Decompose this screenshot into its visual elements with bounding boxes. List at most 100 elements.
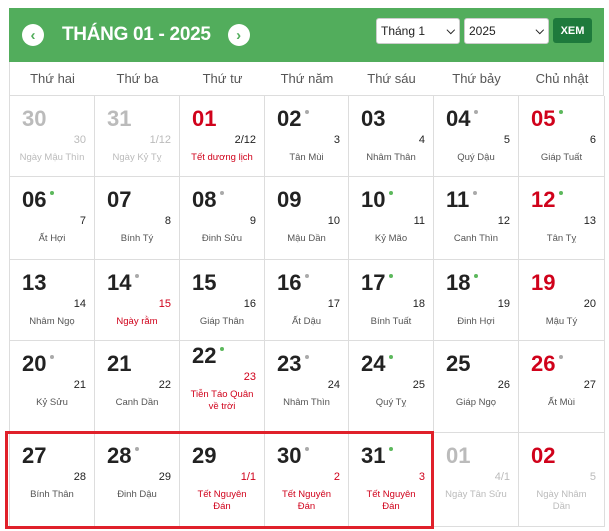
- day-cell[interactable]: 16 17 Ất Dậu: [265, 260, 349, 341]
- green-dot-icon: [559, 191, 564, 195]
- solar-day: 27: [22, 443, 47, 468]
- day-name: Nhâm Thìn: [283, 397, 330, 408]
- green-dot-icon: [220, 347, 225, 351]
- lunar-day: 16: [243, 298, 256, 310]
- gray-dot-icon: [220, 191, 225, 195]
- lunar-day: 9: [249, 215, 256, 227]
- day-cell[interactable]: 01 4/1 Ngày Tân Sửu: [434, 433, 519, 527]
- day-cell[interactable]: 29 1/1 Tết Nguyên Đán: [180, 433, 265, 527]
- day-name: Tân Mùi: [289, 152, 324, 163]
- solar-day: 01: [192, 106, 217, 131]
- day-name: Giáp Ngọ: [455, 397, 497, 408]
- lunar-day: 13: [583, 215, 596, 227]
- month-select[interactable]: Tháng 1 ⌵: [376, 18, 460, 44]
- day-cell[interactable]: 30 30 Ngày Mậu Thìn: [10, 96, 95, 177]
- day-cell[interactable]: 28 29 Đinh Dậu: [95, 433, 180, 527]
- lunar-day: 4: [418, 134, 425, 146]
- next-month-button[interactable]: ›: [227, 24, 250, 46]
- day-cell[interactable]: 30 2 Tết Nguyên Đán: [265, 433, 349, 527]
- view-button[interactable]: XEM: [553, 18, 592, 43]
- weekday-label: Thứ hai: [30, 71, 75, 86]
- day-cell[interactable]: 25 26 Giáp Ngọ: [434, 341, 519, 433]
- day-name: Tết Nguyên Đán: [197, 489, 247, 512]
- solar-day: 28: [107, 443, 132, 468]
- solar-day: 15: [192, 270, 217, 295]
- green-dot-icon: [50, 191, 55, 195]
- day-cell[interactable]: 04 5 Quý Dậu: [434, 96, 519, 177]
- day-cell[interactable]: 14 15 Ngày rằm: [95, 260, 180, 341]
- lunar-day: 7: [79, 215, 86, 227]
- day-cell[interactable]: 20 21 Kỷ Sửu: [10, 341, 95, 433]
- day-name: Tết Nguyên Đán: [281, 489, 332, 512]
- lunar-day: 10: [327, 215, 340, 227]
- lunar-day: 1/1: [240, 471, 256, 483]
- day-name: Tết dương lịch: [191, 152, 253, 163]
- weekday-label: Chủ nhật: [535, 71, 589, 86]
- year-select[interactable]: 2025 ⌵: [464, 18, 549, 44]
- day-cell[interactable]: 06 7 Ất Hợi: [10, 177, 95, 260]
- lunar-day: 25: [412, 379, 425, 391]
- day-cell[interactable]: 12 13 Tân Tỵ: [519, 177, 605, 260]
- weekday-label: Thứ năm: [280, 71, 334, 86]
- day-cell[interactable]: 13 14 Nhâm Ngọ: [10, 260, 95, 341]
- solar-day: 06: [22, 187, 47, 212]
- solar-day: 02: [277, 106, 302, 131]
- day-cell[interactable]: 24 25 Quý Tỵ: [349, 341, 434, 433]
- solar-day: 10: [361, 187, 386, 212]
- day-cell[interactable]: 11 12 Canh Thìn: [434, 177, 519, 260]
- lunar-day: 1/12: [149, 134, 171, 146]
- day-cell[interactable]: 02 5 Ngày Nhâm Dần: [519, 433, 605, 527]
- day-name: Đinh Sửu: [201, 233, 243, 244]
- day-cell[interactable]: 07 8 Bính Tý: [95, 177, 180, 260]
- day-cell[interactable]: 21 22 Canh Dần: [95, 341, 180, 433]
- lunar-day: 22: [158, 379, 171, 391]
- day-cell[interactable]: 31 3 Tết Nguyên Đán: [349, 433, 434, 527]
- solar-day: 22: [192, 343, 217, 368]
- day-cell[interactable]: 22 23 Tiễn Táo Quân về trời: [180, 341, 265, 433]
- solar-day: 07: [107, 187, 132, 212]
- weekday-label: Thứ ba: [116, 71, 159, 86]
- day-cell[interactable]: 09 10 Mậu Dần: [265, 177, 349, 260]
- gray-dot-icon: [305, 274, 310, 278]
- day-name: Ngày Nhâm Dần: [536, 489, 587, 512]
- gray-dot-icon: [473, 191, 478, 195]
- day-name: Bính Thân: [30, 489, 74, 500]
- day-name: Nhâm Ngọ: [29, 316, 75, 327]
- lunar-day: 12: [497, 215, 510, 227]
- day-cell[interactable]: 02 3 Tân Mùi: [265, 96, 349, 177]
- solar-day: 24: [361, 351, 386, 376]
- day-cell[interactable]: 19 20 Mậu Tý: [519, 260, 605, 341]
- day-cell[interactable]: 03 4 Nhâm Thân: [349, 96, 434, 177]
- day-name: Mậu Dần: [287, 233, 326, 244]
- day-name: Kỷ Sửu: [36, 397, 68, 408]
- year-select-value: 2025: [469, 24, 496, 38]
- day-cell[interactable]: 10 11 Kỷ Mão: [349, 177, 434, 260]
- lunar-day: 28: [73, 471, 86, 483]
- day-name: Ngày Mậu Thìn: [19, 152, 85, 163]
- weekday-header: Thứ hai Thứ ba Thứ tư Thứ năm Thứ sáu Thứ bảy…: [9, 62, 604, 96]
- month-title: THÁNG 01 - 2025: [62, 24, 211, 45]
- day-cell[interactable]: 15 16 Giáp Thân: [180, 260, 265, 341]
- day-cell[interactable]: 08 9 Đinh Sửu: [180, 177, 265, 260]
- day-cell[interactable]: 23 24 Nhâm Thìn: [265, 341, 349, 433]
- day-cell[interactable]: 18 19 Đinh Hợi: [434, 260, 519, 341]
- day-cell[interactable]: 17 18 Bính Tuất: [349, 260, 434, 341]
- solar-day: 29: [192, 443, 217, 468]
- solar-day: 18: [446, 270, 471, 295]
- day-cell[interactable]: 01 2/12 Tết dương lịch: [180, 96, 265, 177]
- prev-month-button[interactable]: ‹: [22, 24, 44, 46]
- lunar-day: 5: [503, 134, 510, 146]
- day-name: Tân Tỵ: [546, 233, 577, 244]
- day-cell[interactable]: 27 28 Bính Thân: [10, 433, 95, 527]
- day-name: Canh Thìn: [453, 233, 499, 244]
- lunar-day: 26: [497, 379, 510, 391]
- day-cell[interactable]: 26 27 Ất Mùi: [519, 341, 605, 433]
- day-name: Bính Tuất: [370, 316, 412, 327]
- solar-day: 14: [107, 270, 132, 295]
- lunar-day: 23: [243, 371, 256, 383]
- solar-day: 11: [446, 187, 470, 212]
- day-cell[interactable]: 31 1/12 Ngày Kỷ Tỵ: [95, 96, 180, 177]
- lunar-day: 2: [333, 471, 340, 483]
- day-cell[interactable]: 05 6 Giáp Tuất: [519, 96, 605, 177]
- lunar-day: 5: [589, 471, 596, 483]
